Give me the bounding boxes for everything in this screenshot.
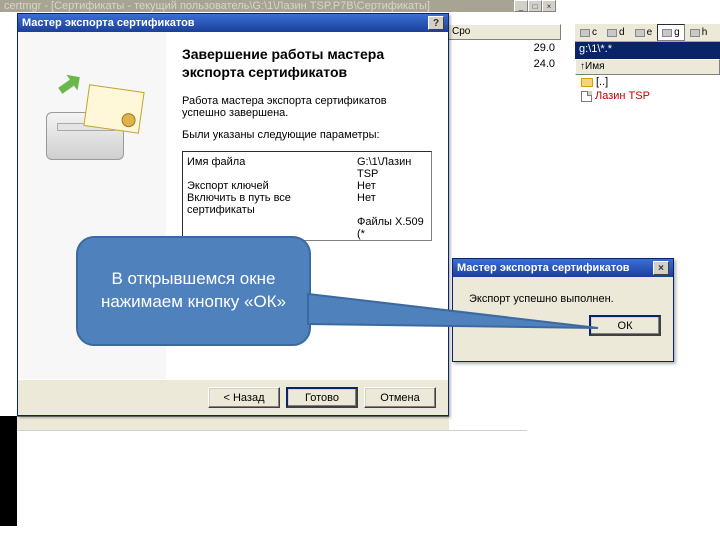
statusbar	[17, 416, 449, 430]
instruction-callout: В открывшемся окне нажимаем кнопку «ОК»	[76, 236, 311, 346]
callout-text: В открывшемся окне нажимаем кнопку «ОК»	[92, 268, 295, 314]
export-wizard-window: Мастер экспорта сертификатов ? Завершени…	[17, 13, 449, 416]
drive-h[interactable]: h	[685, 24, 713, 41]
wizard-title: Мастер экспорта сертификатов	[22, 17, 195, 29]
close-button[interactable]: ×	[653, 261, 669, 275]
ok-button[interactable]: ОК	[589, 315, 661, 336]
certificate-icon	[83, 84, 144, 133]
cancel-button[interactable]: Отмена	[364, 387, 436, 408]
background-strip	[0, 416, 17, 526]
certmgr-title: certmgr - [Сертификаты - текущий пользов…	[0, 0, 556, 12]
wizard-message: Работа мастера экспорта сертификатов усп…	[182, 95, 432, 119]
column-expiry[interactable]: Сро	[447, 24, 561, 40]
drive-d[interactable]: d	[602, 24, 630, 41]
drive-g[interactable]: g	[657, 24, 685, 41]
drive-bar: c d e g h	[575, 24, 720, 42]
drive-c[interactable]: c	[575, 24, 602, 41]
arrow-icon	[53, 67, 86, 100]
table-row: Экспорт ключейНет	[187, 180, 427, 192]
list-item[interactable]: Лазин TSP	[575, 89, 720, 103]
wizard-heading: Завершение работы мастера экспорта серти…	[182, 46, 432, 81]
drive-icon	[635, 29, 645, 37]
parent-dir[interactable]: [..]	[575, 75, 720, 89]
cert-list-panel: Сро 29.0 24.0	[446, 24, 561, 424]
back-button[interactable]: < Назад	[208, 387, 280, 408]
column-name[interactable]: ↑Имя	[575, 59, 720, 75]
wizard-titlebar[interactable]: Мастер экспорта сертификатов ?	[18, 14, 448, 32]
help-button[interactable]: ?	[428, 16, 444, 30]
drive-e[interactable]: e	[630, 24, 658, 41]
cert-file-icon	[581, 91, 592, 102]
table-row: Имя файлаG:\1\Лазин TSP	[187, 156, 427, 180]
file-name: Лазин TSP	[595, 90, 650, 102]
table-row[interactable]: 24.0	[447, 56, 561, 72]
drive-icon	[662, 29, 672, 37]
wizard-params-label: Были указаны следующие параметры:	[182, 129, 432, 141]
finish-button[interactable]: Готово	[286, 387, 358, 408]
close-button[interactable]: ×	[542, 0, 556, 12]
wizard-button-bar: < Назад Готово Отмена	[18, 379, 448, 415]
drive-icon	[690, 29, 700, 37]
table-row: Включить в путь все сертификатыНет	[187, 192, 427, 216]
wizard-summary-table: Имя файлаG:\1\Лазин TSP Экспорт ключейНе…	[182, 151, 432, 241]
folder-icon	[581, 78, 593, 87]
drive-icon	[580, 29, 590, 37]
confirm-title: Мастер экспорта сертификатов	[457, 262, 630, 274]
certmgr-window: certmgr - [Сертификаты - текущий пользов…	[0, 0, 556, 12]
maximize-button[interactable]: □	[528, 0, 542, 12]
background-panel	[17, 430, 527, 480]
current-path[interactable]: g:\1\*.*	[575, 42, 720, 59]
drive-icon	[607, 29, 617, 37]
minimize-button[interactable]: _	[514, 0, 528, 12]
table-row[interactable]: 29.0	[447, 40, 561, 56]
